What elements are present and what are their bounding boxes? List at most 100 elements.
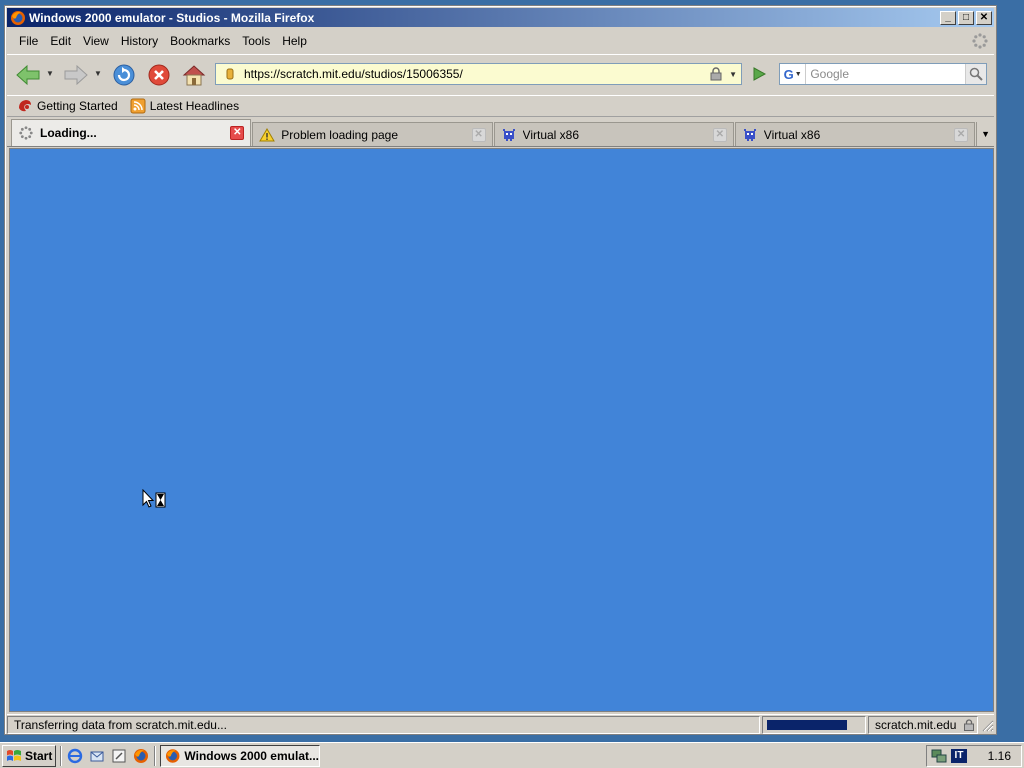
page-content[interactable] bbox=[9, 148, 994, 712]
back-history-dropdown[interactable]: ▼ bbox=[45, 69, 55, 78]
virtual-x86-icon bbox=[501, 127, 517, 143]
search-input[interactable] bbox=[806, 65, 966, 83]
menu-view[interactable]: View bbox=[77, 34, 115, 48]
outlook-express-icon bbox=[90, 751, 104, 761]
reload-button[interactable] bbox=[109, 59, 139, 91]
forward-arrow-icon bbox=[64, 64, 88, 86]
tab-virtual-x86[interactable]: Virtual x86 ✕ bbox=[493, 122, 734, 146]
status-text: Transferring data from scratch.mit.edu..… bbox=[7, 715, 760, 734]
bookmark-label: Latest Headlines bbox=[149, 99, 240, 113]
menu-history[interactable]: History bbox=[115, 34, 164, 48]
busy-cursor-icon bbox=[142, 489, 166, 508]
maximize-button[interactable]: □ bbox=[958, 10, 974, 25]
language-indicator[interactable]: IT bbox=[951, 748, 967, 763]
firefox-window: Windows 2000 emulator - Studios - Mozill… bbox=[4, 5, 997, 735]
tab-virtual-x86[interactable]: Virtual x86 ✕ bbox=[734, 122, 976, 146]
search-button[interactable] bbox=[965, 64, 986, 84]
menu-edit[interactable]: Edit bbox=[44, 34, 77, 48]
address-bar[interactable]: https://scratch.mit.edu/studios/15006355… bbox=[215, 63, 742, 85]
taskbar-button-firefox[interactable]: Windows 2000 emulat... bbox=[160, 744, 320, 767]
network-icon[interactable] bbox=[931, 748, 947, 764]
forward-history-dropdown[interactable]: ▼ bbox=[93, 69, 103, 78]
windows-logo-icon bbox=[7, 749, 21, 761]
warning-icon bbox=[259, 127, 276, 143]
close-button[interactable]: ✕ bbox=[976, 10, 992, 25]
taskbar-button-label: Windows 2000 emulat... bbox=[184, 748, 319, 763]
reload-icon bbox=[113, 64, 135, 86]
back-button[interactable] bbox=[13, 59, 43, 91]
tab-close-button[interactable]: ✕ bbox=[230, 126, 245, 140]
back-arrow-icon bbox=[16, 64, 40, 86]
search-engine-selector[interactable]: G ▼ bbox=[780, 64, 807, 84]
firefox-getting-started-icon bbox=[19, 100, 31, 112]
window-title: Windows 2000 emulator - Studios - Mozill… bbox=[29, 10, 315, 25]
throbber-icon bbox=[972, 33, 988, 49]
quicklaunch-firefox[interactable] bbox=[132, 747, 150, 765]
menu-help[interactable]: Help bbox=[276, 34, 313, 48]
engine-dropdown-icon: ▼ bbox=[794, 70, 802, 78]
url-text[interactable]: https://scratch.mit.edu/studios/15006355… bbox=[244, 67, 709, 81]
tab-loading[interactable]: Loading... ✕ bbox=[11, 119, 252, 146]
security-lock-icon bbox=[710, 67, 722, 81]
loading-spinner-icon bbox=[18, 125, 34, 141]
bookmark-label: Getting Started bbox=[37, 99, 118, 113]
bookmark-getting-started[interactable]: Getting Started bbox=[17, 98, 118, 114]
quick-launch bbox=[66, 747, 150, 765]
stop-icon bbox=[148, 64, 170, 86]
progress-fill bbox=[767, 719, 847, 730]
start-label: Start bbox=[25, 748, 53, 763]
progress-bar bbox=[767, 719, 861, 730]
google-icon: G bbox=[783, 66, 794, 82]
magnifier-icon bbox=[969, 67, 983, 81]
tab-close-button[interactable]: ✕ bbox=[954, 127, 969, 142]
menu-tools[interactable]: Tools bbox=[236, 34, 276, 48]
firefox-icon bbox=[11, 10, 25, 25]
title-bar[interactable]: Windows 2000 emulator - Studios - Mozill… bbox=[7, 8, 994, 27]
menu-bar: File Edit View History Bookmarks Tools H… bbox=[7, 30, 994, 52]
clock[interactable]: 1.16 bbox=[988, 749, 1011, 763]
url-history-dropdown[interactable]: ▼ bbox=[729, 70, 737, 79]
menu-bookmarks[interactable]: Bookmarks bbox=[164, 34, 236, 48]
tab-strip: Loading... ✕ Problem loading page ✕ Virt… bbox=[7, 119, 994, 147]
padlock-icon bbox=[964, 718, 974, 731]
bookmark-latest-headlines[interactable]: Latest Headlines bbox=[130, 98, 239, 114]
tab-problem-loading-page[interactable]: Problem loading page ✕ bbox=[252, 122, 493, 146]
page-proxy-icon bbox=[226, 68, 234, 80]
tab-close-button[interactable]: ✕ bbox=[471, 127, 486, 142]
tab-label: Virtual x86 bbox=[522, 127, 580, 142]
show-desktop-icon bbox=[112, 749, 126, 762]
firefox-icon bbox=[134, 748, 148, 763]
forward-button[interactable] bbox=[61, 59, 91, 91]
rss-feed-icon bbox=[130, 98, 146, 114]
tab-close-button[interactable]: ✕ bbox=[712, 127, 727, 142]
start-button[interactable]: Start bbox=[2, 744, 56, 767]
search-box: G ▼ bbox=[779, 63, 987, 85]
tab-label: Loading... bbox=[40, 126, 97, 140]
tab-label: Virtual x86 bbox=[763, 127, 821, 142]
taskbar: Start Windows 2000 emulat... IT 1.16 bbox=[0, 742, 1024, 768]
menu-file[interactable]: File bbox=[13, 34, 44, 48]
taskbar-separator bbox=[60, 745, 62, 766]
system-tray: IT 1.16 bbox=[926, 744, 1022, 767]
stop-button[interactable] bbox=[144, 59, 174, 91]
minimize-button[interactable]: _ bbox=[940, 10, 956, 25]
all-tabs-dropdown[interactable]: ▼ bbox=[976, 122, 994, 146]
quicklaunch-show-desktop[interactable] bbox=[110, 747, 128, 765]
go-arrow-icon bbox=[753, 67, 766, 81]
go-button[interactable] bbox=[749, 65, 769, 83]
status-bar: Transferring data from scratch.mit.edu..… bbox=[7, 714, 994, 734]
bookmarks-toolbar: Getting Started Latest Headlines bbox=[7, 95, 994, 117]
firefox-icon bbox=[165, 748, 180, 763]
progress-panel bbox=[762, 715, 866, 734]
home-button[interactable] bbox=[179, 59, 209, 91]
quicklaunch-internet-explorer[interactable] bbox=[66, 747, 84, 765]
resize-grip-icon[interactable] bbox=[980, 718, 994, 732]
tab-label: Problem loading page bbox=[281, 127, 399, 142]
site-domain: scratch.mit.edu bbox=[875, 717, 957, 732]
internet-explorer-icon bbox=[67, 748, 83, 763]
taskbar-separator bbox=[154, 745, 156, 766]
navigation-toolbar: ▼ ▼ https://scratch.mit.edu/studios/1500… bbox=[7, 54, 994, 94]
home-icon bbox=[182, 65, 206, 86]
site-identity-panel[interactable]: scratch.mit.edu bbox=[868, 715, 978, 734]
quicklaunch-outlook-express[interactable] bbox=[88, 747, 106, 765]
